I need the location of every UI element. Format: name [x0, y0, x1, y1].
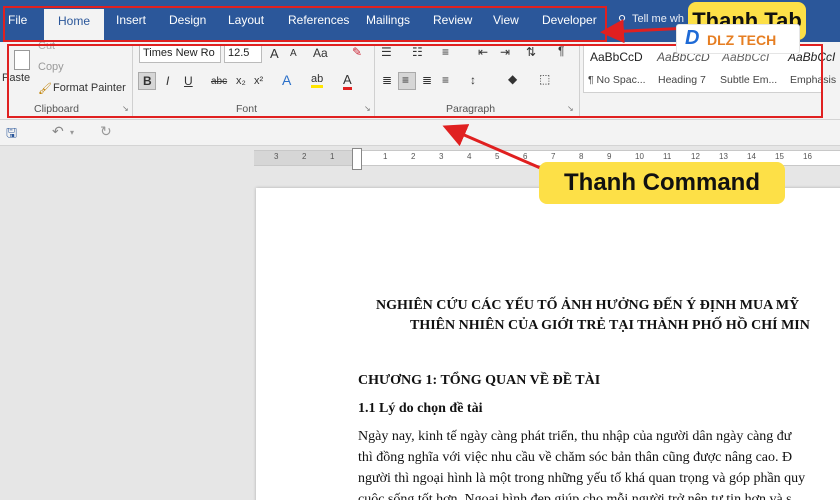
command-arrow [442, 124, 546, 172]
watermark-d-icon: D [685, 27, 700, 49]
thanh-command-callout: Thanh Command [539, 162, 785, 204]
watermark-logo: D DLZ TECH [676, 24, 800, 54]
watermark-text: DLZ TECH [707, 32, 777, 48]
annotation-arrows [442, 19, 691, 172]
word-window: File Home Insert Design Layout Reference… [0, 0, 840, 500]
